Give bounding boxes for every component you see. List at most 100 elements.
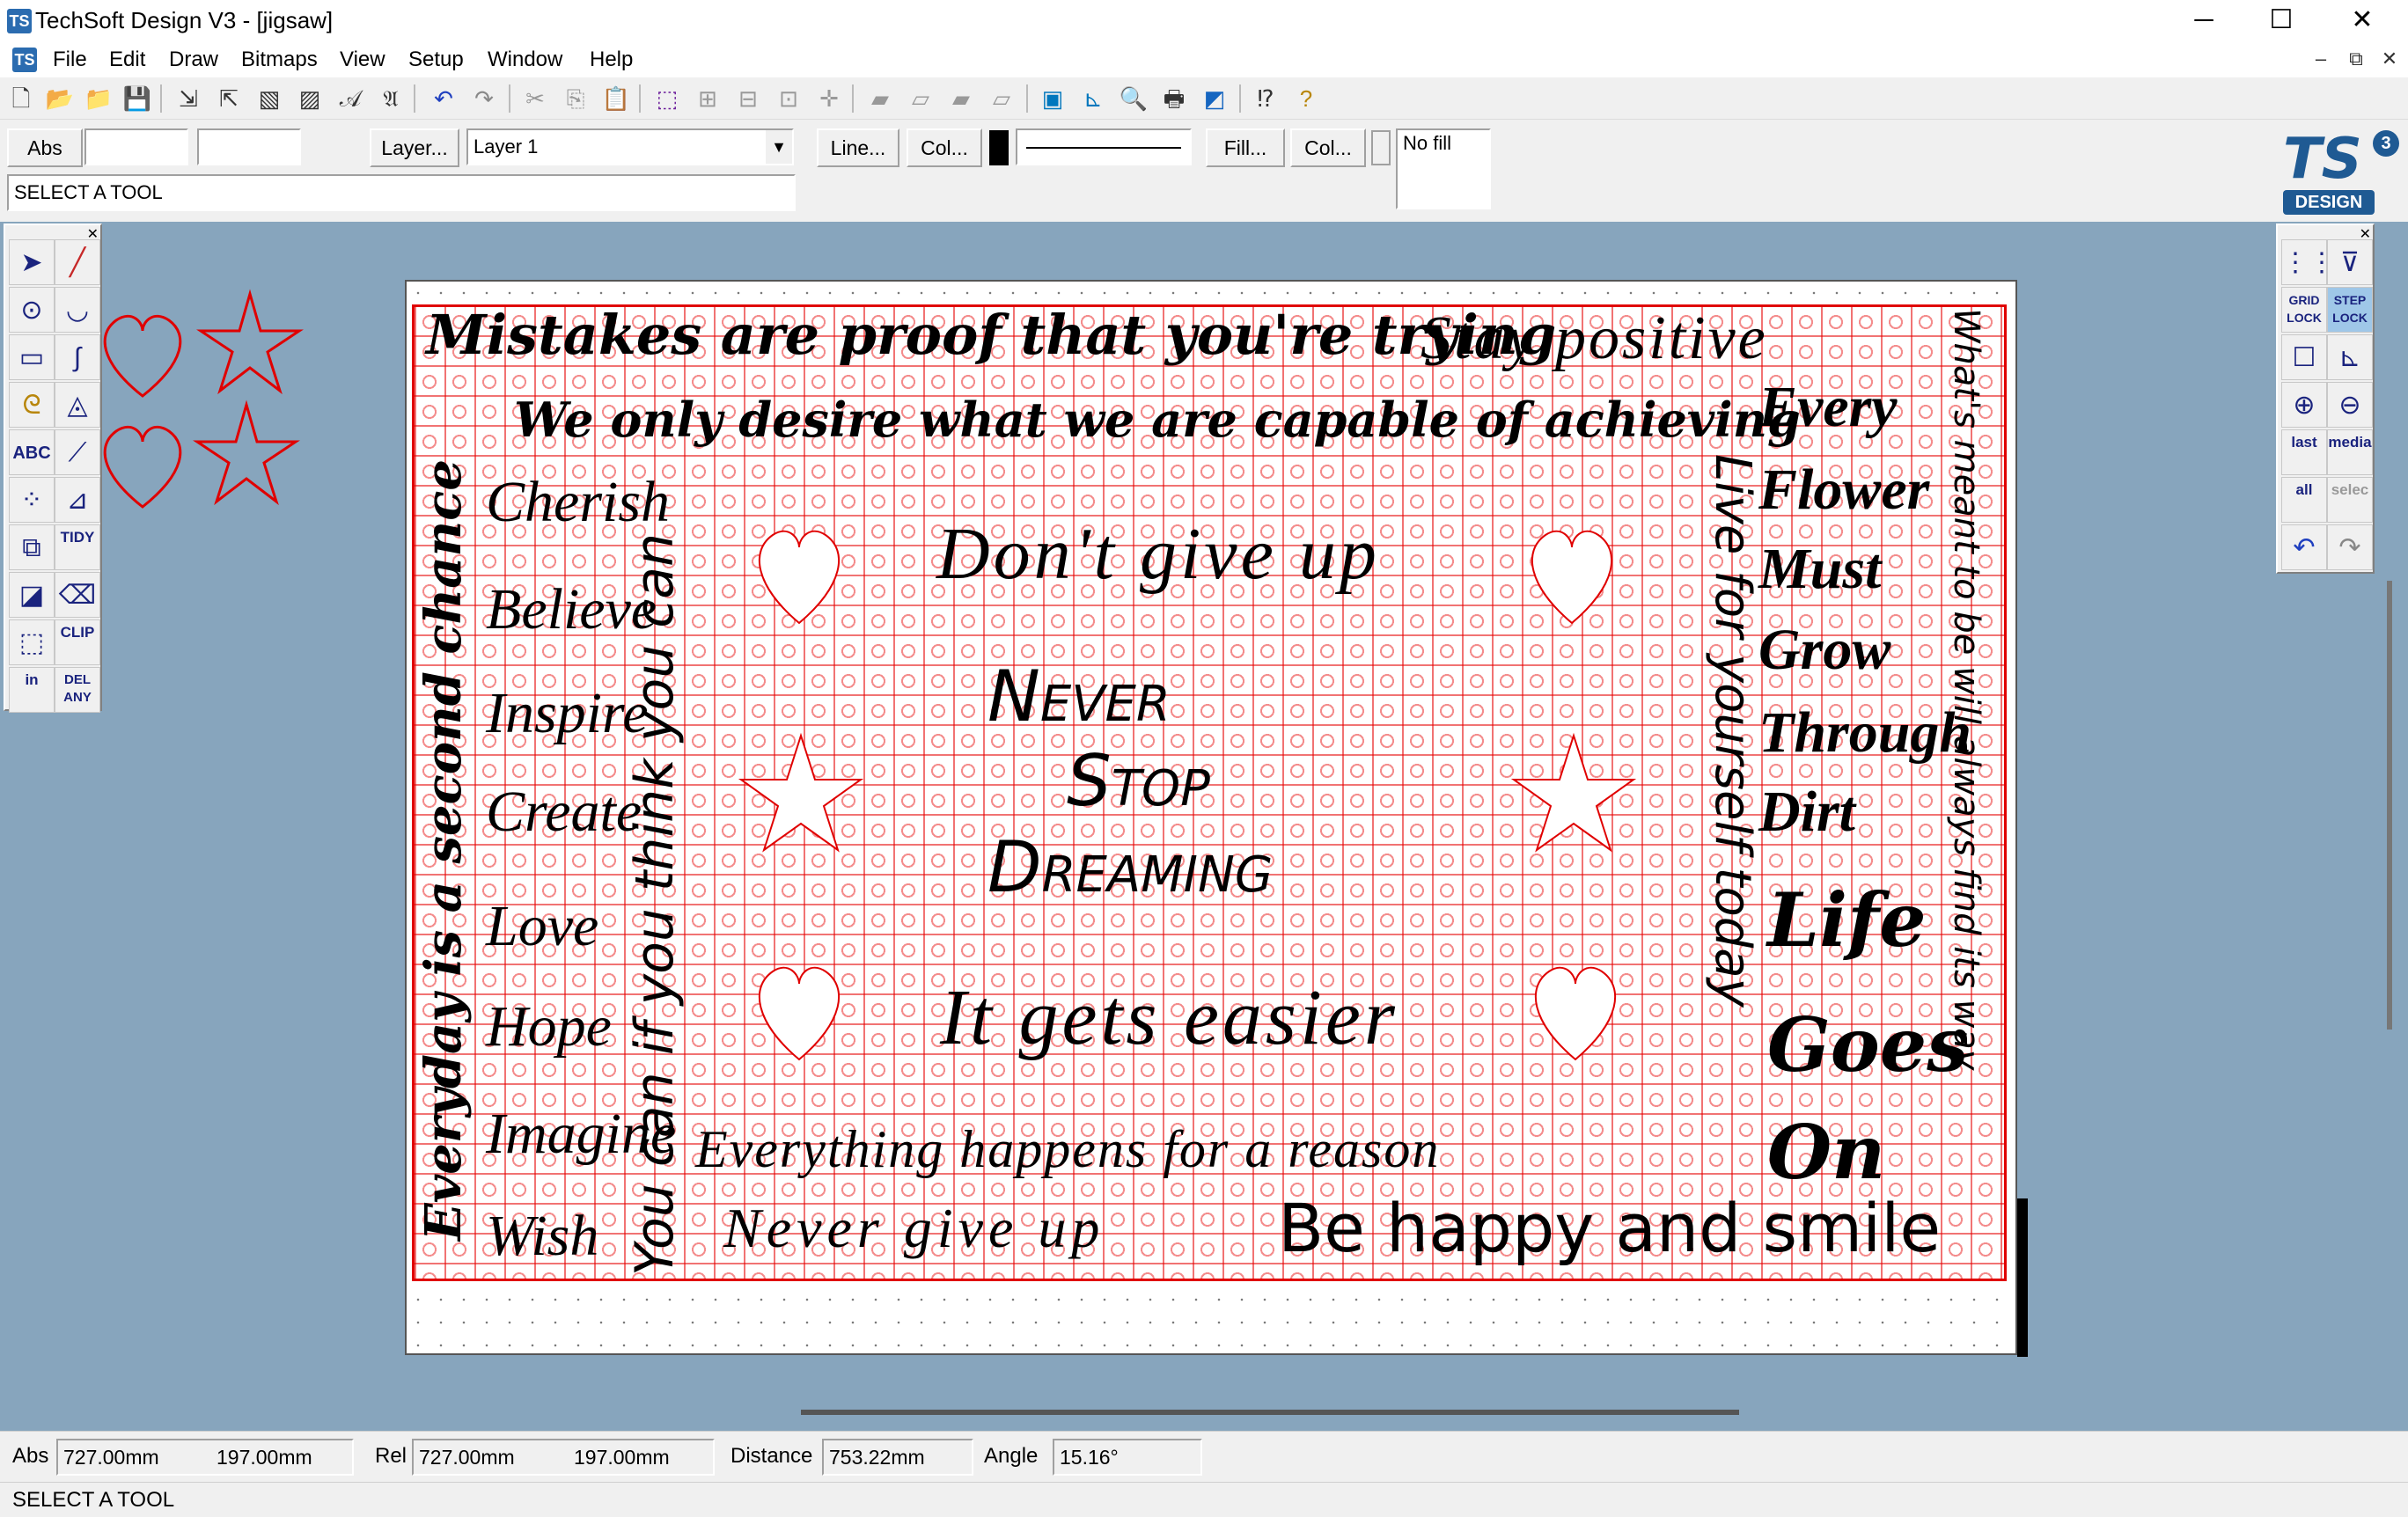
font-icon[interactable]: 𝒜 bbox=[333, 81, 368, 116]
y-coordinate-field[interactable] bbox=[197, 128, 301, 165]
word-must[interactable]: Must bbox=[1758, 540, 1881, 598]
layer-select[interactable]: Layer 1 ▼ bbox=[466, 128, 794, 165]
zoom-out-icon[interactable]: ⊖ bbox=[2327, 382, 2373, 428]
fill-button[interactable]: Fill... bbox=[1206, 128, 1285, 167]
delete-any-button[interactable]: DEL ANY bbox=[55, 667, 100, 713]
quote-dont-give-up[interactable]: Don't give up bbox=[936, 517, 1380, 591]
text-style-icon[interactable]: 𝔄 bbox=[373, 81, 408, 116]
word-create[interactable]: Create bbox=[486, 783, 642, 841]
mdi-close-button[interactable]: ✕ bbox=[2376, 46, 2403, 72]
word-grow[interactable]: Grow bbox=[1758, 621, 1890, 679]
close-button[interactable]: ✕ bbox=[2327, 0, 2397, 42]
align-icon[interactable]: ⊡ bbox=[771, 81, 806, 116]
select-view-button[interactable]: selec bbox=[2327, 477, 2373, 523]
line-icon[interactable]: ╱ bbox=[55, 239, 100, 285]
fill-tool-icon[interactable]: ◪ bbox=[9, 572, 55, 618]
text-tool-icon[interactable]: ABC bbox=[9, 429, 55, 475]
menu-bitmaps[interactable]: Bitmaps bbox=[241, 42, 318, 77]
quote-everything-happens[interactable]: Everything happens for a reason bbox=[695, 1123, 1440, 1176]
layer-back-icon[interactable]: ▱ bbox=[903, 81, 938, 116]
grid-icon[interactable]: ⋮⋮ bbox=[2281, 239, 2335, 285]
mdi-minimize-button[interactable]: – bbox=[2308, 46, 2334, 72]
ungroup-icon[interactable]: ⊟ bbox=[730, 81, 766, 116]
paste-icon[interactable]: 📋 bbox=[598, 81, 634, 116]
clip-button[interactable]: CLIP bbox=[55, 619, 100, 665]
rectangle-icon[interactable]: ▭ bbox=[9, 334, 55, 380]
quote-stay-positive[interactable]: Stay positive bbox=[1421, 308, 1768, 370]
layer-front-icon[interactable]: ▰ bbox=[863, 81, 898, 116]
axis-icon[interactable]: ⊾ bbox=[2327, 334, 2373, 380]
word-love[interactable]: Love bbox=[486, 898, 598, 956]
redo-view-icon[interactable]: ↷ bbox=[2327, 524, 2373, 570]
line-style-button[interactable]: Line... bbox=[817, 128, 899, 167]
open-icon[interactable]: 📂 bbox=[42, 81, 77, 116]
weld-icon[interactable]: ⧉ bbox=[9, 524, 55, 570]
copy-icon[interactable]: ⎘ bbox=[558, 81, 593, 116]
word-goes[interactable]: Goes bbox=[1767, 1008, 1969, 1082]
layer-up-icon[interactable]: ▰ bbox=[943, 81, 979, 116]
fill-colour-button[interactable]: Col... bbox=[1290, 128, 1366, 167]
quote-be-happy[interactable]: Be happy and smile bbox=[1278, 1195, 1941, 1262]
layer-down-icon[interactable]: ▱ bbox=[984, 81, 1019, 116]
word-flower[interactable]: Flower bbox=[1758, 461, 1929, 519]
undo-icon[interactable]: ↶ bbox=[426, 81, 461, 116]
tidy-button[interactable]: TIDY bbox=[55, 524, 100, 570]
word-every[interactable]: Every bbox=[1758, 378, 1898, 436]
insert-button[interactable]: in bbox=[9, 667, 55, 713]
media-view-button[interactable]: media bbox=[2327, 429, 2373, 475]
line-colour-button[interactable]: Col... bbox=[907, 128, 982, 167]
page-icon[interactable]: ☐ bbox=[2281, 334, 2327, 380]
redo-icon[interactable]: ↷ bbox=[466, 81, 502, 116]
quote-live-for[interactable]: Live for yourself today bbox=[1704, 454, 1761, 1008]
quote-you-can[interactable]: You can if you think you can bbox=[624, 533, 686, 1276]
new-icon[interactable]: 🗋 bbox=[4, 81, 39, 116]
save-icon[interactable]: 💾 bbox=[120, 81, 155, 116]
zoom-icon[interactable]: 🔍 bbox=[1116, 81, 1151, 116]
menu-setup[interactable]: Setup bbox=[408, 42, 464, 77]
open-folder-icon[interactable]: 📁 bbox=[81, 81, 116, 116]
quote-whats-meant[interactable]: What's meant to be will always find its … bbox=[1946, 308, 1986, 1070]
quote-never-give-up[interactable]: Never give up bbox=[723, 1200, 1105, 1257]
circle-icon[interactable]: ⊙ bbox=[9, 287, 55, 333]
measure-icon[interactable]: ⊾ bbox=[1076, 81, 1111, 116]
mdi-restore-button[interactable]: ⧉ bbox=[2343, 46, 2369, 72]
menu-edit[interactable]: Edit bbox=[109, 42, 145, 77]
loose-shapes[interactable] bbox=[92, 287, 317, 524]
node-icon[interactable]: ⁘ bbox=[9, 477, 55, 523]
quote-gets-easier[interactable]: It gets easier bbox=[940, 978, 1399, 1058]
select-icon[interactable]: ⬚ bbox=[650, 81, 685, 116]
eraser-icon[interactable]: ⌫ bbox=[55, 572, 100, 618]
document-icon[interactable]: TS bbox=[12, 48, 37, 72]
menu-file[interactable]: File bbox=[53, 42, 87, 77]
word-never[interactable]: Never bbox=[987, 662, 1171, 732]
group-icon[interactable]: ⊞ bbox=[690, 81, 725, 116]
word-stop[interactable]: Stop bbox=[1067, 746, 1210, 817]
snap-icon[interactable]: ⊽ bbox=[2327, 239, 2373, 285]
minimize-button[interactable]: ─ bbox=[2169, 0, 2239, 42]
spiral-icon[interactable]: ᘓ bbox=[9, 382, 55, 428]
word-hope[interactable]: Hope bbox=[486, 998, 612, 1056]
quote-mistakes[interactable]: Mistakes are proof that you're trying bbox=[426, 308, 1556, 363]
word-dreaming[interactable]: Dreaming bbox=[987, 832, 1273, 903]
help-icon[interactable]: ? bbox=[1288, 81, 1324, 116]
fill-colour-swatch[interactable] bbox=[1371, 130, 1391, 165]
word-wish[interactable]: Wish bbox=[486, 1207, 598, 1265]
menu-window[interactable]: Window bbox=[488, 42, 562, 77]
zoom-in-icon[interactable]: ⊕ bbox=[2281, 382, 2327, 428]
export-icon[interactable]: ⇱ bbox=[211, 81, 246, 116]
word-life[interactable]: Life bbox=[1767, 883, 1927, 957]
cut-icon[interactable]: ✂ bbox=[518, 81, 553, 116]
horizontal-scrollbar[interactable] bbox=[801, 1410, 1739, 1415]
layer-button[interactable]: Layer... bbox=[370, 128, 459, 167]
step-lock-button[interactable]: STEP LOCK bbox=[2327, 287, 2373, 333]
pointer-icon[interactable]: ➤ bbox=[9, 239, 55, 285]
all-view-button[interactable]: all bbox=[2281, 477, 2327, 523]
quote-everyday[interactable]: Everyday is a second chance bbox=[415, 459, 473, 1241]
menu-draw[interactable]: Draw bbox=[169, 42, 218, 77]
bezier-icon[interactable]: ⬚ bbox=[9, 619, 55, 665]
bitmap-export-icon[interactable]: ▨ bbox=[292, 81, 327, 116]
word-on[interactable]: On bbox=[1767, 1116, 1885, 1190]
word-cherish[interactable]: Cherish bbox=[486, 473, 670, 531]
line-width-preview[interactable] bbox=[1016, 128, 1192, 165]
maximize-button[interactable]: ☐ bbox=[2246, 0, 2316, 42]
